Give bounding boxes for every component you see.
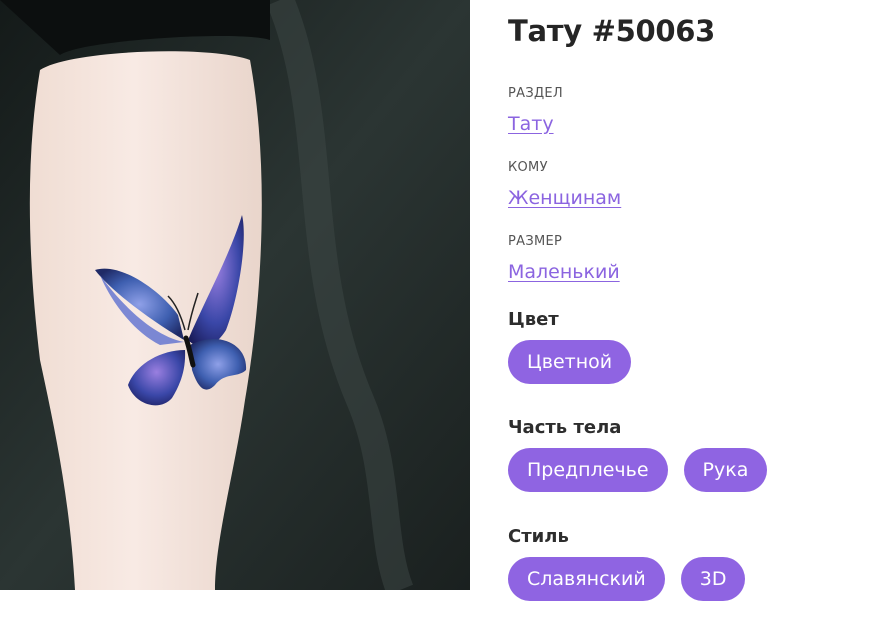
audience-label: КОМУ <box>508 160 548 175</box>
section-link[interactable]: Тату <box>508 113 554 135</box>
butterfly-tattoo-image <box>0 0 470 590</box>
color-tags: Цветной <box>508 340 632 384</box>
tattoo-photo[interactable] <box>0 0 470 590</box>
color-section-title: Цвет <box>508 309 559 330</box>
body-part-section-title: Часть тела <box>508 417 622 438</box>
tag-chip-slavic[interactable]: Славянский <box>508 557 665 601</box>
tag-chip-forearm[interactable]: Предплечье <box>508 448 668 492</box>
tag-chip-arm[interactable]: Рука <box>683 448 768 492</box>
audience-link[interactable]: Женщинам <box>508 187 621 209</box>
style-section-title: Стиль <box>508 526 569 547</box>
size-label: РАЗМЕР <box>508 234 563 249</box>
style-tags: Славянский 3D <box>508 557 746 601</box>
body-part-tags: Предплечье Рука <box>508 448 768 492</box>
size-link[interactable]: Маленький <box>508 261 620 283</box>
section-label: РАЗДЕЛ <box>508 86 564 101</box>
tag-chip-color[interactable]: Цветной <box>508 340 632 384</box>
page-title: Тату #50063 <box>508 14 716 48</box>
tag-chip-3d[interactable]: 3D <box>680 557 746 601</box>
